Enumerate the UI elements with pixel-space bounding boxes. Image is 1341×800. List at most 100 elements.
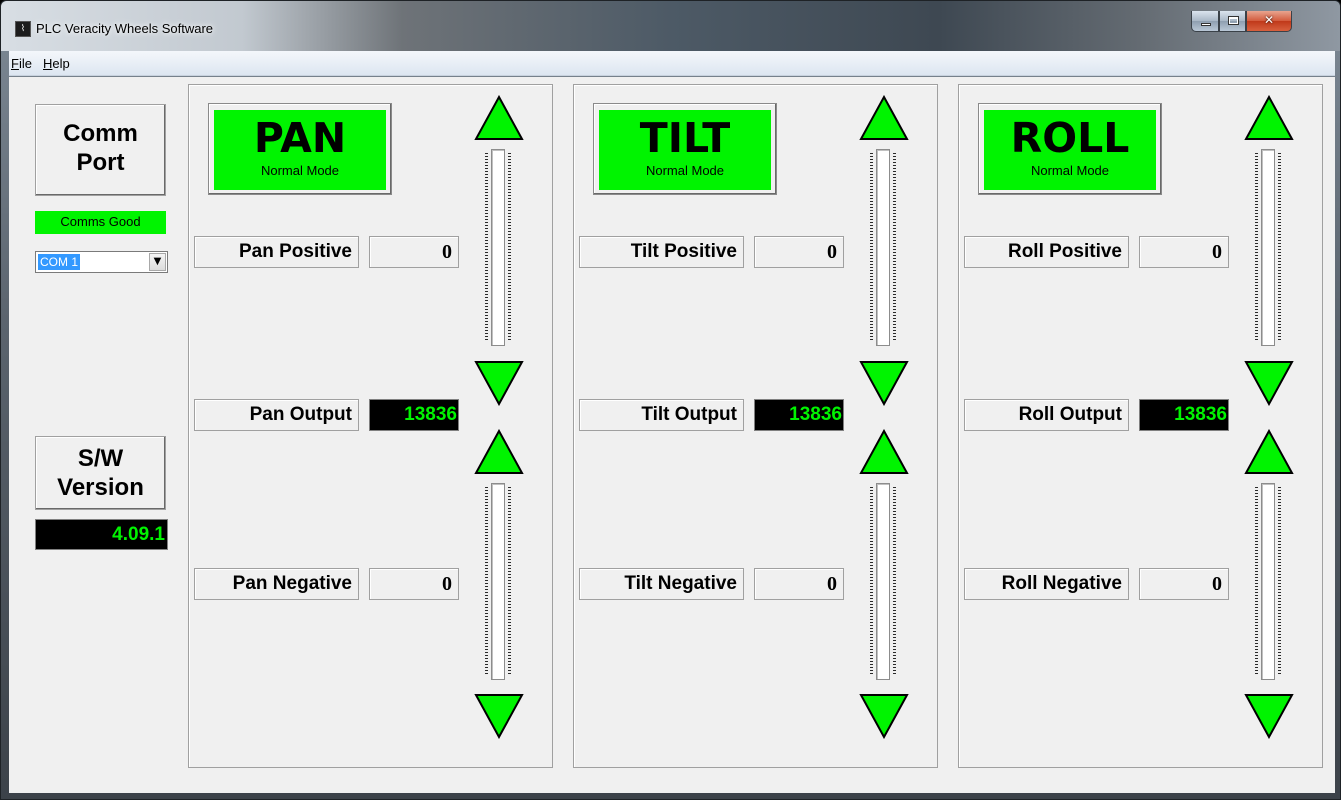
comm-port-label-line1: Comm (63, 120, 138, 147)
roll-mode-text: Normal Mode (1030, 163, 1110, 178)
slider-track[interactable] (1261, 149, 1275, 346)
pan-mode-text: Normal Mode (260, 163, 340, 178)
menu-file[interactable]: File (11, 56, 32, 71)
close-button[interactable]: ✕ (1246, 11, 1292, 32)
maximize-button[interactable] (1219, 11, 1246, 32)
tilt-mode-indicator: TILT Normal Mode (599, 110, 771, 190)
tilt-title: TILT (639, 114, 731, 162)
tilt-negative-up-button[interactable] (859, 429, 909, 475)
roll-panel: ROLL Normal Mode Roll Positive 0 Roll Ou… (958, 84, 1323, 768)
minimize-button[interactable] (1191, 11, 1219, 32)
slider-ticks-left (870, 487, 873, 676)
slider-ticks-right (1278, 153, 1281, 342)
com-port-value: COM 1 (38, 254, 81, 270)
tilt-panel: TILT Normal Mode Tilt Positive 0 Tilt Ou… (573, 84, 938, 768)
tilt-positive-label: Tilt Positive (579, 236, 744, 268)
menu-file-label: ile (18, 56, 32, 71)
app-window: ⌇ PLC Veracity Wheels Software ✕ File He… (0, 0, 1341, 800)
roll-negative-up-button[interactable] (1244, 429, 1294, 475)
tilt-positive-slider[interactable] (870, 147, 896, 348)
menu-help-label: elp (52, 56, 70, 71)
triangle-down-icon (1244, 361, 1294, 406)
tilt-negative-slider[interactable] (870, 481, 896, 682)
slider-ticks-right (893, 153, 896, 342)
sw-version-value: 4.09.1 (35, 519, 168, 550)
pan-panel: PAN Normal Mode Pan Positive 0 Pan Outpu… (188, 84, 553, 768)
slider-ticks-right (1278, 487, 1281, 676)
triangle-up-icon (859, 95, 909, 140)
tilt-negative-value: 0 (754, 568, 844, 600)
pan-positive-label: Pan Positive (194, 236, 359, 268)
pan-negative-value: 0 (369, 568, 459, 600)
menu-bar: File Help (9, 51, 1335, 76)
roll-title: ROLL (1010, 114, 1130, 162)
title-bar[interactable]: ⌇ PLC Veracity Wheels Software ✕ (1, 1, 1340, 51)
triangle-up-icon (1244, 429, 1294, 474)
tilt-mode-button[interactable]: TILT Normal Mode (593, 103, 777, 195)
triangle-down-icon (859, 694, 909, 739)
comm-port-label-line2: Port (76, 149, 125, 176)
client-area: Comm Port Comms Good COM 1 ▼ S/W Version… (9, 77, 1335, 793)
slider-track[interactable] (491, 483, 505, 680)
pan-positive-value: 0 (369, 236, 459, 268)
triangle-down-icon (1244, 694, 1294, 739)
roll-mode-indicator: ROLL Normal Mode (984, 110, 1156, 190)
slider-ticks-left (1255, 153, 1258, 342)
roll-positive-slider[interactable] (1255, 147, 1281, 348)
roll-negative-slider[interactable] (1255, 481, 1281, 682)
tilt-output-label: Tilt Output (579, 399, 744, 431)
pan-output-value: 13836 (369, 399, 459, 431)
roll-negative-down-button[interactable] (1244, 693, 1294, 739)
roll-negative-value: 0 (1139, 568, 1229, 600)
maximize-icon (1228, 16, 1239, 25)
pan-mode-button[interactable]: PAN Normal Mode (208, 103, 392, 195)
roll-positive-down-button[interactable] (1244, 360, 1294, 406)
roll-positive-label: Roll Positive (964, 236, 1129, 268)
sw-version-label: S/W Version (35, 436, 166, 510)
menu-help-accel: H (43, 56, 53, 71)
roll-output-value: 13836 (1139, 399, 1229, 431)
menu-help[interactable]: Help (43, 56, 70, 71)
pan-positive-down-button[interactable] (474, 360, 524, 406)
pan-mode-indicator: PAN Normal Mode (214, 110, 386, 190)
sw-version-label-line1: S/W (77, 445, 124, 472)
pan-positive-up-button[interactable] (474, 95, 524, 141)
com-port-select[interactable]: COM 1 ▼ (35, 251, 168, 273)
slider-track[interactable] (491, 149, 505, 346)
slider-track[interactable] (1261, 483, 1275, 680)
minimize-icon (1201, 23, 1211, 26)
triangle-up-icon (474, 95, 524, 140)
triangle-down-icon (859, 361, 909, 406)
pan-negative-down-button[interactable] (474, 693, 524, 739)
sw-version-label-line2: Version (57, 474, 144, 501)
menu-file-accel: F (11, 56, 19, 71)
roll-positive-up-button[interactable] (1244, 95, 1294, 141)
slider-ticks-right (508, 487, 511, 676)
waveform-icon[interactable]: ⌇ (15, 21, 31, 37)
pan-negative-slider[interactable] (485, 481, 511, 682)
tilt-positive-value: 0 (754, 236, 844, 268)
roll-positive-value: 0 (1139, 236, 1229, 268)
roll-output-label: Roll Output (964, 399, 1129, 431)
tilt-positive-down-button[interactable] (859, 360, 909, 406)
close-icon: ✕ (1263, 13, 1275, 27)
tilt-output-value: 13836 (754, 399, 844, 431)
pan-output-label: Pan Output (194, 399, 359, 431)
slider-ticks-left (485, 153, 488, 342)
pan-positive-slider[interactable] (485, 147, 511, 348)
chevron-down-icon[interactable]: ▼ (149, 253, 166, 271)
tilt-negative-down-button[interactable] (859, 693, 909, 739)
tilt-mode-text: Normal Mode (645, 163, 725, 178)
pan-negative-label: Pan Negative (194, 568, 359, 600)
triangle-down-icon (474, 361, 524, 406)
roll-mode-button[interactable]: ROLL Normal Mode (978, 103, 1162, 195)
slider-ticks-right (893, 487, 896, 676)
tilt-positive-up-button[interactable] (859, 95, 909, 141)
tilt-negative-label: Tilt Negative (579, 568, 744, 600)
slider-track[interactable] (876, 149, 890, 346)
slider-ticks-left (870, 153, 873, 342)
comm-port-button[interactable]: Comm Port (35, 104, 166, 196)
slider-track[interactable] (876, 483, 890, 680)
comms-status-indicator: Comms Good (35, 211, 166, 234)
pan-negative-up-button[interactable] (474, 429, 524, 475)
